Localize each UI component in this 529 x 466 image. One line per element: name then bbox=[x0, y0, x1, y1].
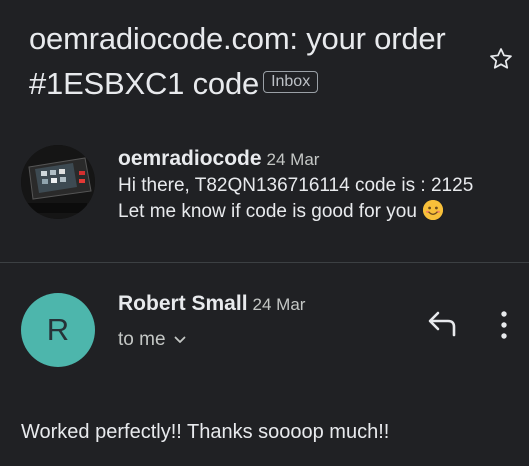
inbox-label-badge[interactable]: Inbox bbox=[263, 70, 319, 93]
reply-icon bbox=[428, 311, 456, 337]
sender-avatar-photo bbox=[21, 145, 95, 219]
expanded-message-header: Robert Small 24 Mar to me bbox=[118, 291, 305, 351]
email-subject: oemradiocode.com: your order #1ESBXC1 co… bbox=[29, 16, 469, 106]
message-divider bbox=[0, 262, 529, 263]
recipient-text: to me bbox=[118, 329, 166, 350]
message-body: Worked perfectly!! Thanks soooop much!! bbox=[21, 421, 390, 443]
sender-name: oemradiocode bbox=[118, 147, 262, 170]
smiley-emoji-icon bbox=[422, 200, 443, 220]
chevron-down-icon bbox=[174, 336, 185, 343]
more-options-button[interactable] bbox=[494, 309, 514, 341]
sender-name: Robert Small bbox=[118, 292, 248, 315]
sender-avatar: R bbox=[21, 293, 95, 367]
message-date: 24 Mar bbox=[266, 150, 320, 169]
recipient-details-toggle[interactable]: to me bbox=[118, 329, 305, 351]
collapsed-message[interactable]: oemradiocode 24 Mar Hi there, T82QN136716… bbox=[118, 146, 473, 225]
message-date: 24 Mar bbox=[252, 295, 306, 314]
subject-text: oemradiocode.com: your order #1ESBXC1 co… bbox=[29, 21, 446, 101]
snippet-line-2: Let me know if code is good for you bbox=[118, 201, 417, 222]
snippet-line-1: Hi there, T82QN136716114 code is : 2125 bbox=[118, 175, 474, 196]
star-button[interactable] bbox=[484, 42, 518, 76]
reply-button[interactable] bbox=[424, 309, 462, 339]
star-icon bbox=[490, 48, 512, 69]
more-vert-icon bbox=[501, 311, 507, 339]
